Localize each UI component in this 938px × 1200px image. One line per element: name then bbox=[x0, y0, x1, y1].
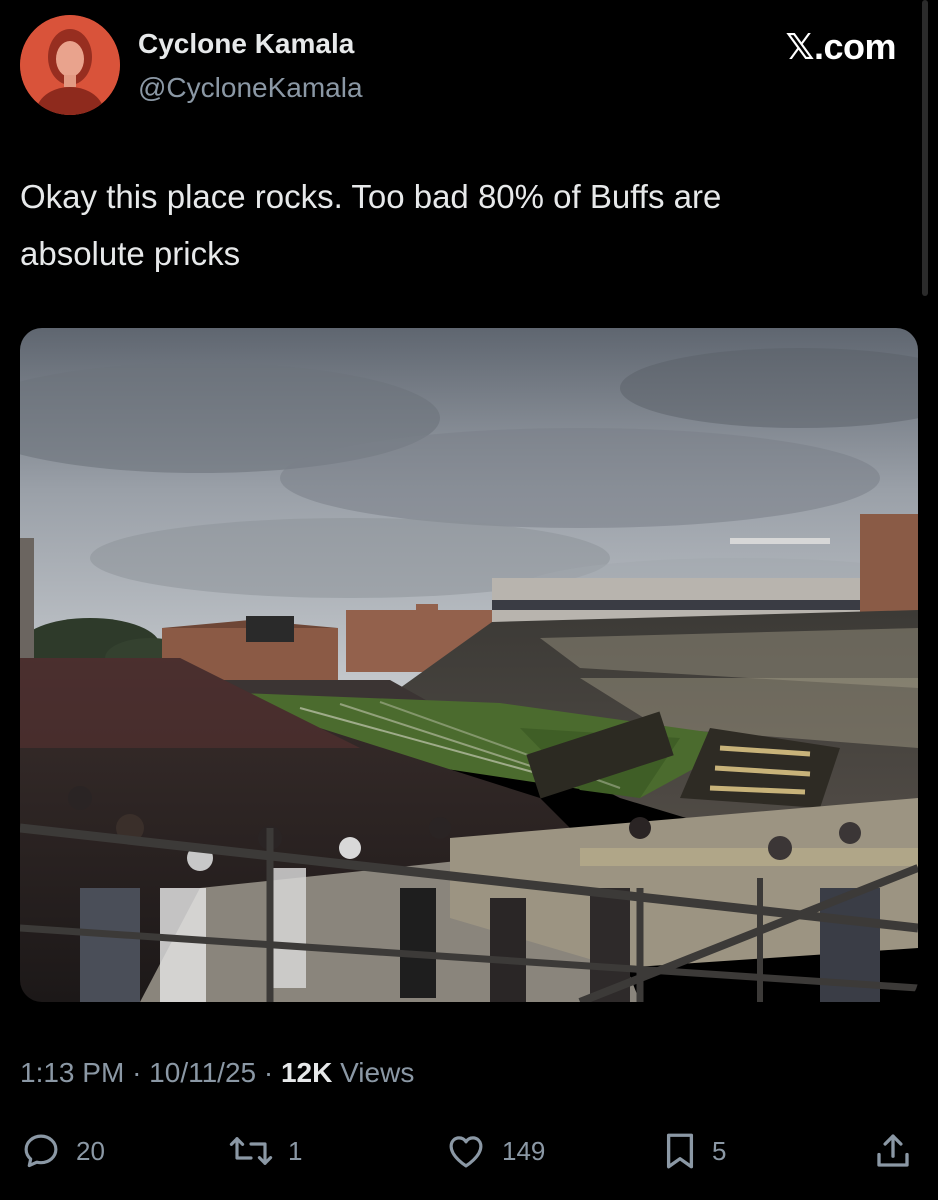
reply-count: 20 bbox=[76, 1135, 105, 1166]
heart-icon bbox=[449, 1136, 483, 1168]
repost-icon bbox=[229, 1137, 273, 1165]
tweet-metadata: 1:13 PM · 10/11/25 · 12K Views bbox=[20, 1057, 414, 1089]
author-display-name[interactable]: Cyclone Kamala bbox=[138, 28, 354, 60]
repost-count: 1 bbox=[288, 1135, 303, 1166]
bookmark-count: 5 bbox=[712, 1135, 727, 1166]
share-icon bbox=[877, 1134, 909, 1167]
share-button[interactable] bbox=[872, 1123, 914, 1179]
bookmark-button[interactable]: 5 bbox=[662, 1123, 726, 1179]
repost-button[interactable]: 1 bbox=[228, 1123, 302, 1179]
views-count[interactable]: 12K bbox=[281, 1057, 332, 1088]
tweet-actions-bar: 20 1 149 5 bbox=[0, 1123, 938, 1179]
bookmark-icon bbox=[666, 1133, 694, 1169]
views-label: Views bbox=[340, 1057, 415, 1088]
author-handle[interactable]: @CycloneKamala bbox=[138, 72, 363, 104]
tweet-text-line: absolute pricks bbox=[20, 235, 241, 272]
scrollbar[interactable] bbox=[922, 0, 928, 296]
tweet-photo[interactable] bbox=[20, 328, 918, 1002]
tweet-text-line: Okay this place rocks. Too bad 80% of Bu… bbox=[20, 178, 722, 215]
meta-separator: · bbox=[132, 1057, 142, 1088]
reply-button[interactable]: 20 bbox=[20, 1123, 105, 1179]
like-count: 149 bbox=[502, 1135, 546, 1166]
tweet-text: Okay this place rocks. Too bad 80% of Bu… bbox=[20, 168, 900, 282]
tweet-date[interactable]: 10/11/25 bbox=[149, 1057, 256, 1088]
avatar[interactable] bbox=[20, 15, 120, 115]
watermark-domain: .com bbox=[813, 26, 897, 67]
like-button[interactable]: 149 bbox=[444, 1123, 545, 1179]
x-logo-icon: 𝕏 bbox=[785, 27, 814, 68]
reply-icon bbox=[24, 1134, 58, 1168]
avatar-image bbox=[20, 15, 120, 115]
stadium-photo bbox=[20, 328, 918, 1002]
x-com-watermark: 𝕏.com bbox=[785, 26, 896, 68]
meta-separator: · bbox=[263, 1057, 274, 1088]
tweet-time[interactable]: 1:13 PM bbox=[20, 1057, 124, 1088]
